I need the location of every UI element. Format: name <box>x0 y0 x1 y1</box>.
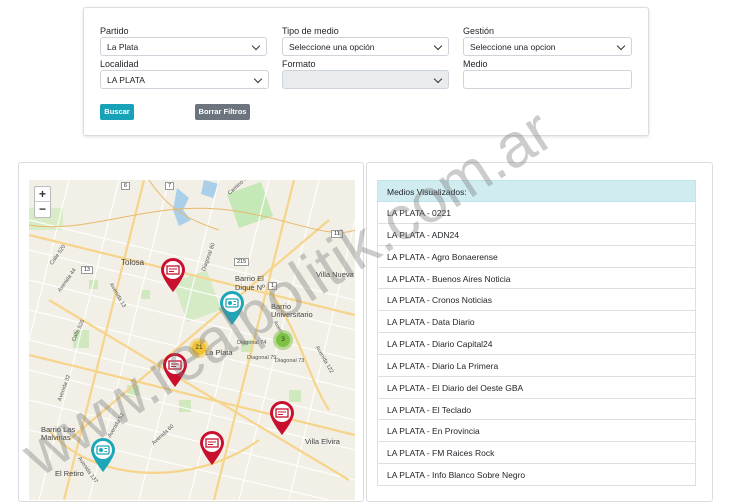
radio-marker-icon[interactable] <box>219 290 245 326</box>
list-item[interactable]: LA PLATA - El Teclado <box>377 398 696 421</box>
map-panel: Tolosa Barrio El Dique Nº 1 Barrio Unive… <box>18 162 364 502</box>
list-item[interactable]: LA PLATA - En Provincia <box>377 420 696 443</box>
clear-filters-button[interactable]: Borrar Filtros <box>195 104 250 120</box>
map-label: La Plata <box>205 348 233 357</box>
map-label: Barrio El <box>235 274 264 283</box>
zoom-in-button[interactable]: + <box>35 187 50 202</box>
map-label: Villa Elvira <box>305 437 340 446</box>
zoom-out-button[interactable]: − <box>35 202 50 217</box>
map-label: Tolosa <box>121 258 145 267</box>
park-area <box>179 400 191 412</box>
list-item[interactable]: LA PLATA - Agro Bonaerense <box>377 245 696 268</box>
tipo-medio-label: Tipo de medio <box>282 26 339 36</box>
tipo-medio-select[interactable]: Seleccione una opción <box>282 37 449 56</box>
tipo-medio-value: Seleccione una opción <box>289 42 375 52</box>
partido-label: Partido <box>100 26 129 36</box>
newspaper-marker-icon[interactable] <box>160 257 186 293</box>
chevron-down-icon <box>433 74 443 84</box>
formato-label: Formato <box>282 59 316 69</box>
list-header: Medios Visualizados: <box>377 180 696 202</box>
route-shield: 13 <box>81 266 94 274</box>
route-shield: 6 <box>121 182 131 190</box>
list-item[interactable]: LA PLATA - Diario La Primera <box>377 354 696 377</box>
water-area <box>173 188 191 226</box>
chevron-down-icon <box>253 74 263 84</box>
localidad-value: LA PLATA <box>107 75 145 85</box>
list-item[interactable]: LA PLATA - 0221 <box>377 202 696 224</box>
route-shield: 1 <box>268 282 278 290</box>
map-label: Diagonal 73 <box>275 358 305 364</box>
route-shield: 215 <box>234 258 250 266</box>
map-label: Villa Nueva <box>316 270 354 279</box>
park-area <box>141 290 150 299</box>
medio-label: Medio <box>463 59 488 69</box>
map-view[interactable]: Tolosa Barrio El Dique Nº 1 Barrio Unive… <box>29 180 355 500</box>
gestion-label: Gestión <box>463 26 495 36</box>
radio-marker-icon[interactable] <box>90 437 116 473</box>
gestion-value: Seleccione una opcion <box>470 42 556 52</box>
chevron-down-icon <box>616 41 626 51</box>
localidad-select[interactable]: LA PLATA <box>100 70 269 89</box>
map-label: Diagonal 74 <box>237 340 267 346</box>
list-item[interactable]: LA PLATA - Diario Capital24 <box>377 333 696 355</box>
filter-panel: Partido La Plata Tipo de medio Seleccion… <box>83 7 649 136</box>
newspaper-marker-icon[interactable] <box>199 430 225 466</box>
map-label: El Retiro <box>55 469 84 478</box>
partido-select[interactable]: La Plata <box>100 37 267 56</box>
list-item[interactable]: LA PLATA - Info Blanco Sobre Negro <box>377 464 696 486</box>
list-item[interactable]: LA PLATA - FM Raices Rock <box>377 442 696 465</box>
partido-value: La Plata <box>107 42 139 52</box>
marker-cluster[interactable]: 3 <box>273 330 293 350</box>
list-item[interactable]: LA PLATA - Cronos Noticias <box>377 289 696 312</box>
zoom-control: + − <box>34 186 51 218</box>
map-label: Diagonal 79 <box>247 355 277 361</box>
gestion-select[interactable]: Seleccione una opcion <box>463 37 632 56</box>
marker-cluster[interactable]: 21 <box>189 338 209 358</box>
list-item[interactable]: LA PLATA - Data Diario <box>377 311 696 334</box>
map-label: Universitario <box>271 310 313 319</box>
formato-select[interactable] <box>282 70 449 89</box>
media-list: LA PLATA - 0221 LA PLATA - ADN24 LA PLATA … <box>377 202 696 486</box>
newspaper-marker-icon[interactable] <box>162 352 188 388</box>
medio-input[interactable] <box>463 70 632 89</box>
localidad-label: Localidad <box>100 59 139 69</box>
media-list-panel: Medios Visualizados: LA PLATA - 0221 LA P… <box>366 162 713 502</box>
list-item[interactable]: LA PLATA - ADN24 <box>377 223 696 246</box>
list-item[interactable]: LA PLATA - Buenos Aires Noticia <box>377 267 696 290</box>
route-shield: 7 <box>165 182 175 190</box>
highway <box>29 180 355 234</box>
search-button[interactable]: Buscar <box>100 104 134 120</box>
chevron-down-icon <box>251 41 261 51</box>
chevron-down-icon <box>433 41 443 51</box>
map-label: Malvinas <box>41 433 71 442</box>
list-item[interactable]: LA PLATA - El Diario del Oeste GBA <box>377 376 696 399</box>
newspaper-marker-icon[interactable] <box>269 400 295 436</box>
route-shield: 11 <box>331 230 343 238</box>
